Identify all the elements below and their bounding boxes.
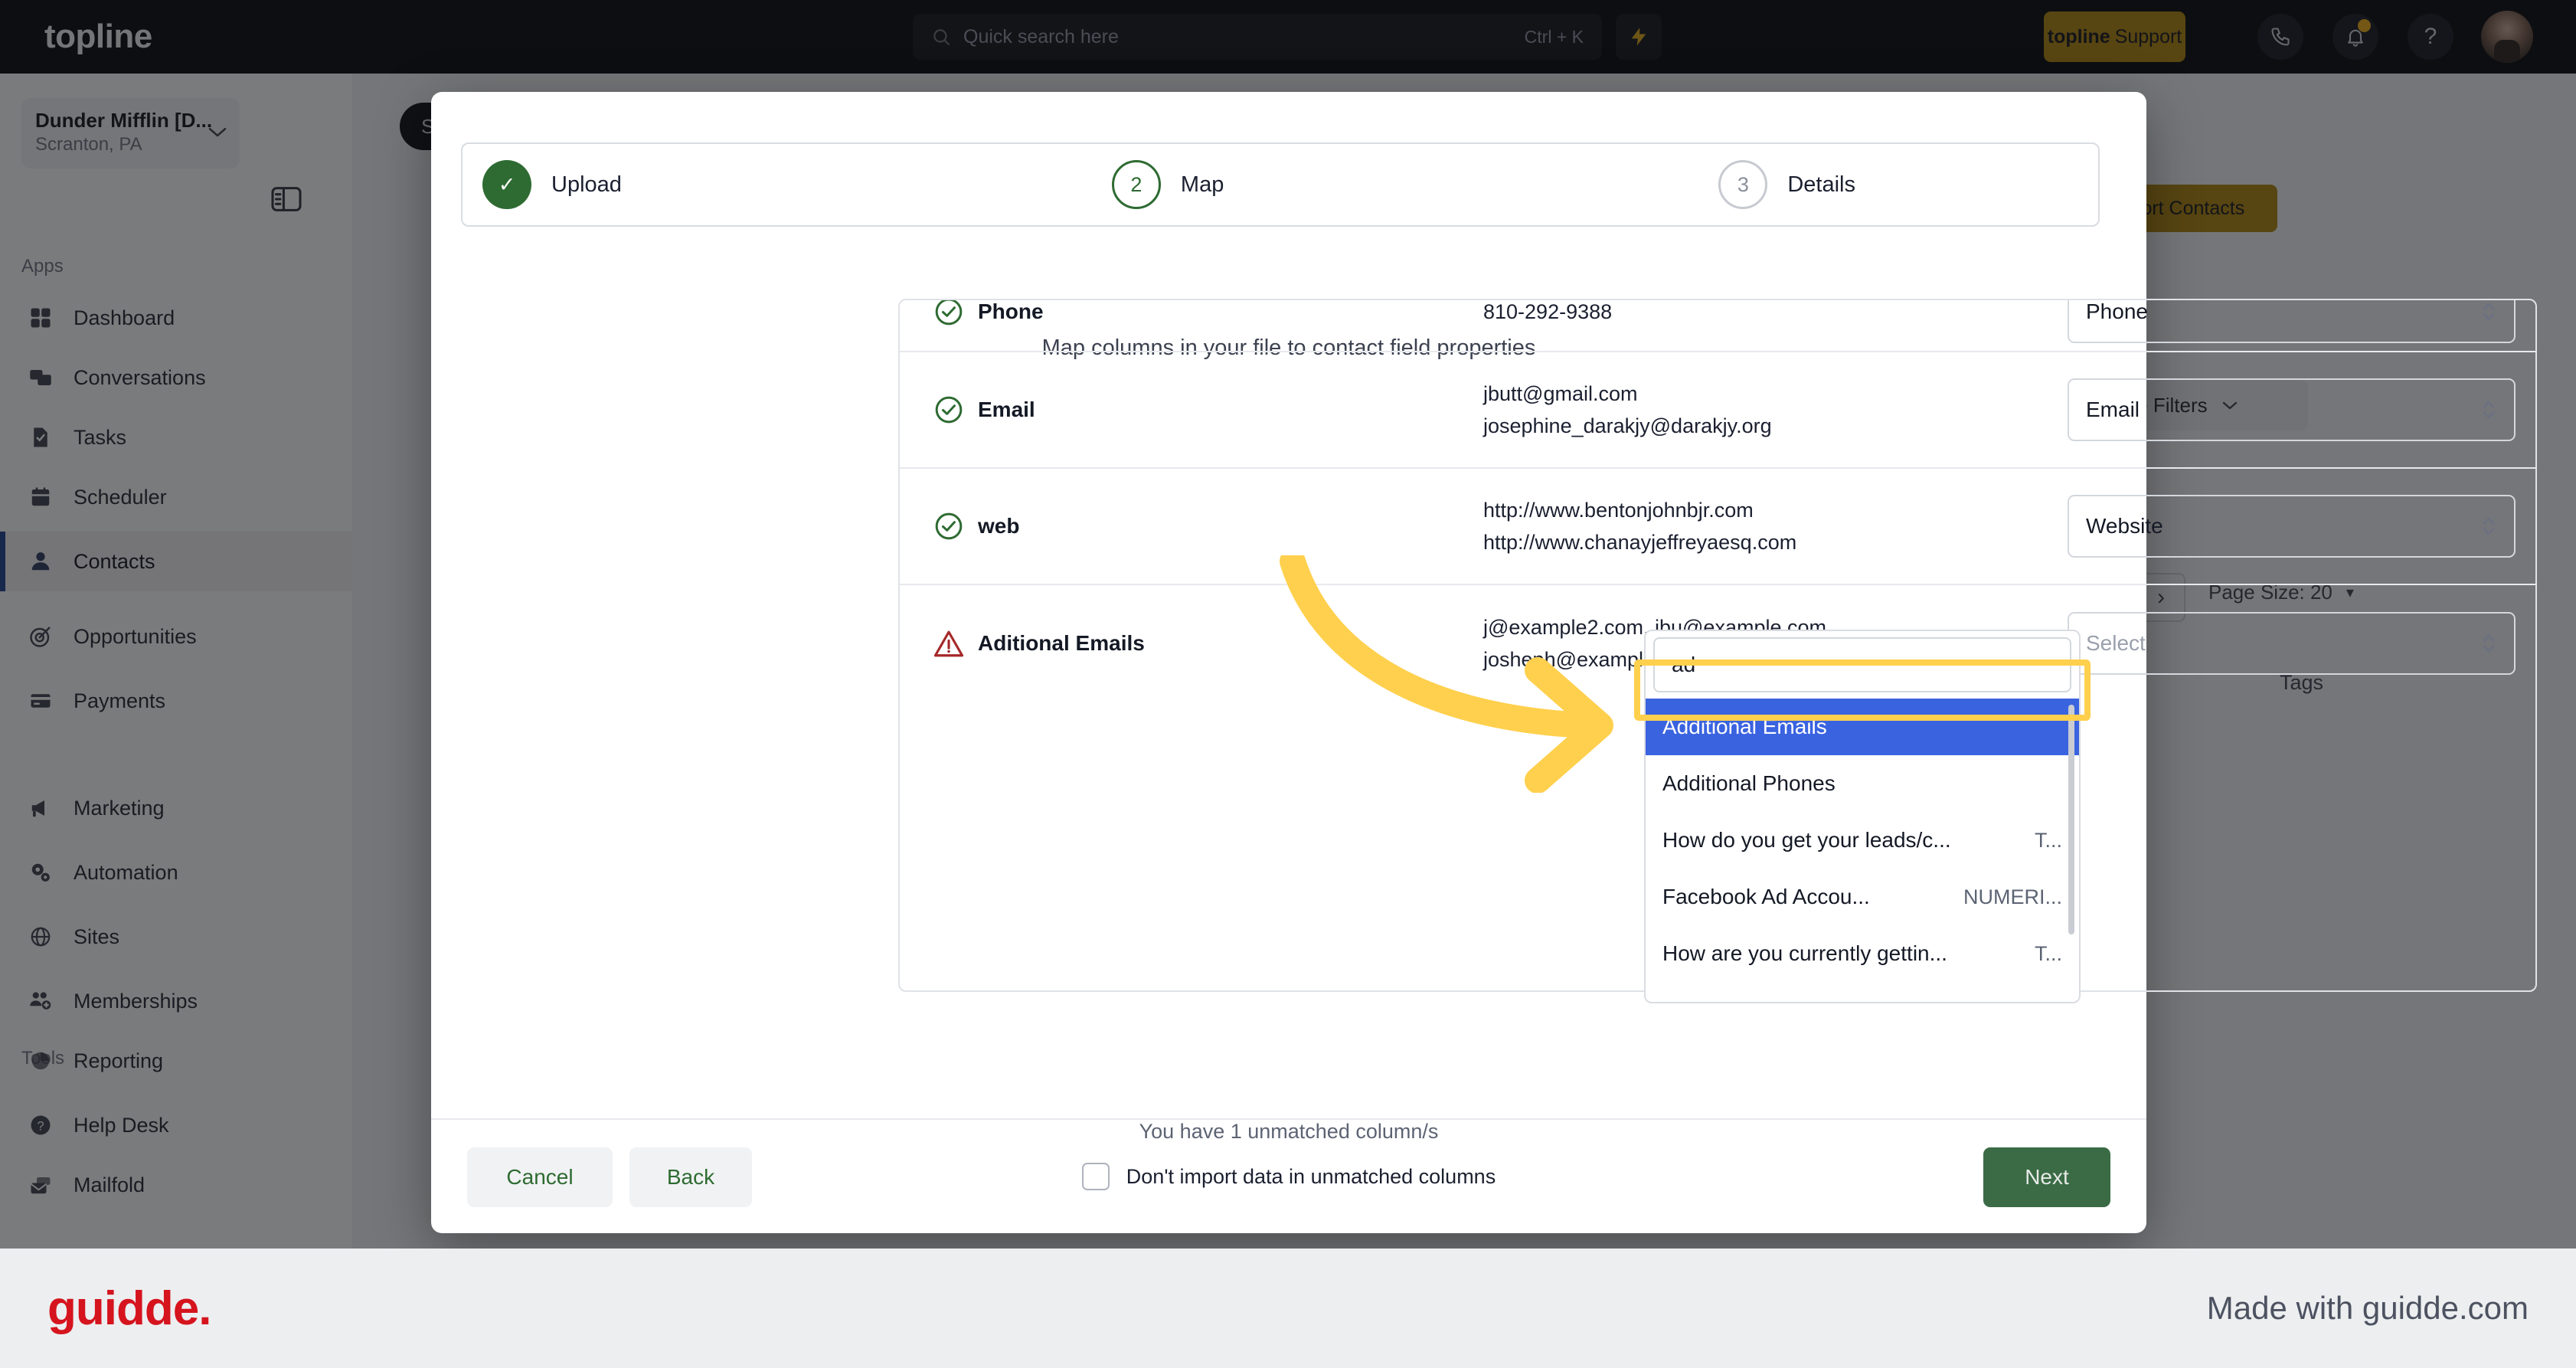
sample-value: 810-292-9388 <box>1483 300 1613 323</box>
row-status-ok <box>920 511 978 542</box>
made-with-text: Made with guidde.com <box>2206 1290 2529 1326</box>
updown-chevron-icon <box>2483 634 2495 653</box>
option-label: Additional Emails <box>1662 715 1827 738</box>
sample-value: http://www.chanayjeffreyaesq.com <box>1483 531 1797 554</box>
row-status-ok <box>920 394 978 425</box>
select-value: Website <box>2086 514 2163 538</box>
guidde-logo: guidde. <box>47 1281 211 1335</box>
guidde-footer: guidde. Made with guidde.com <box>0 1249 2576 1368</box>
row-status-warning <box>920 628 978 659</box>
table-row: Phone 810-292-9388 Phone <box>900 299 2535 352</box>
dropdown-option-additional-emails[interactable]: Additional Emails <box>1646 699 2079 755</box>
updown-chevron-icon <box>2483 401 2495 419</box>
target-field-select-wrap: Phone <box>2056 299 2516 343</box>
table-row: Email jbutt@gmail.com josephine_darakjy@… <box>900 352 2535 469</box>
target-field-select-wrap: Select <box>2056 612 2516 675</box>
field-dropdown: ad Additional Emails Additional Phones H… <box>1644 630 2081 1003</box>
option-type: T... <box>2034 828 2062 852</box>
dropdown-option-additional-phones[interactable]: Additional Phones <box>1646 755 2079 812</box>
table-row: web http://www.bentonjohnbjr.com http://… <box>900 469 2535 585</box>
select-value: Email <box>2086 398 2140 421</box>
dropdown-option-facebook-ad-account[interactable]: Facebook Ad Accou... NUMERI... <box>1646 869 2079 925</box>
sample-values: http://www.bentonjohnbjr.com http://www.… <box>1483 494 2056 558</box>
step-badge: 3 <box>1718 160 1768 209</box>
sample-values: jbutt@gmail.com josephine_darakjy@darakj… <box>1483 378 2056 442</box>
updown-chevron-icon <box>2483 517 2495 535</box>
source-column-name: Phone <box>978 299 1044 323</box>
step-label: Upload <box>551 172 622 197</box>
stepper: ✓ Upload 2 Map 3 Details <box>461 142 2100 227</box>
screen: topline Quick search here Ctrl + K topli… <box>0 0 2576 1368</box>
option-type: C... <box>2030 999 2062 1003</box>
sample-value: jbutt@gmail.com <box>1483 382 1638 405</box>
dropdown-option-industry[interactable]: Are you using any industry m... C... <box>1646 982 2079 1003</box>
step-badge: 2 <box>1111 160 1161 209</box>
step-details[interactable]: 3 Details <box>1718 160 1855 209</box>
step-map[interactable]: 2 Map <box>1111 160 1224 209</box>
updown-chevron-icon <box>2483 303 2495 321</box>
step-label: Details <box>1787 172 1855 197</box>
sample-values: 810-292-9388 <box>1483 300 2056 328</box>
option-label: Facebook Ad Accou... <box>1662 885 1870 908</box>
target-field-select-unmatched[interactable]: Select <box>2068 612 2516 675</box>
check-circle-icon <box>935 512 963 540</box>
sample-value: http://www.bentonjohnbjr.com <box>1483 499 1754 522</box>
step-label: Map <box>1180 172 1224 197</box>
source-column-name: Aditional Emails <box>978 631 1145 655</box>
dropdown-scrollbar[interactable] <box>2068 705 2074 934</box>
row-status-ok <box>920 300 978 327</box>
cancel-button[interactable]: Cancel <box>467 1147 613 1207</box>
dropdown-option-currently-getting[interactable]: How are you currently gettin... T... <box>1646 925 2079 982</box>
option-label: How do you get your leads/c... <box>1662 828 1951 852</box>
option-type: NUMERI... <box>1963 885 2062 908</box>
option-label: Are you using any industry m... <box>1662 998 1957 1002</box>
select-placeholder: Select <box>2086 631 2146 655</box>
check-circle-icon <box>935 300 963 326</box>
target-field-select[interactable]: Website <box>2068 495 2516 558</box>
modal-footer: Cancel Back Next <box>431 1118 2146 1233</box>
warning-triangle-icon <box>933 630 964 657</box>
option-label: Additional Phones <box>1662 771 1836 795</box>
next-button[interactable]: Next <box>1983 1147 2110 1207</box>
target-field-select[interactable]: Email <box>2068 378 2516 441</box>
source-column-name: Email <box>978 398 1035 421</box>
dropdown-option-leads[interactable]: How do you get your leads/c... T... <box>1646 812 2079 869</box>
select-value: Phone <box>2086 299 2148 323</box>
sample-value: josephine_darakjy@darakjy.org <box>1483 414 1772 437</box>
check-circle-icon <box>935 396 963 424</box>
target-field-select-wrap: Website <box>2056 495 2516 558</box>
source-column-name: web <box>978 514 1020 538</box>
step-upload[interactable]: ✓ Upload <box>482 160 622 209</box>
option-type: T... <box>2034 941 2062 965</box>
target-field-select[interactable]: Phone <box>2068 299 2516 343</box>
target-field-select-wrap: Email <box>2056 378 2516 441</box>
dropdown-search-input[interactable]: ad <box>1653 637 2071 692</box>
dropdown-search-value: ad <box>1672 653 1696 676</box>
option-label: How are you currently gettin... <box>1662 941 1947 965</box>
back-button[interactable]: Back <box>629 1147 752 1207</box>
step-badge: ✓ <box>482 160 531 209</box>
